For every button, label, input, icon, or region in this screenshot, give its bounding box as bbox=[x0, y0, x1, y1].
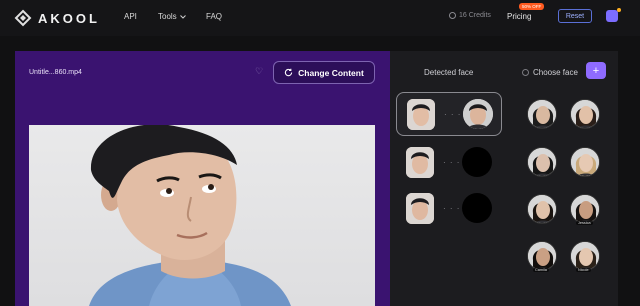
credits-indicator: 16 Credits bbox=[449, 12, 491, 19]
detected-face-thumbnail bbox=[407, 99, 435, 130]
chevron-down-icon bbox=[179, 14, 186, 19]
face-pair-row[interactable]: · · · bbox=[396, 141, 502, 185]
face-choice-thumbnail[interactable] bbox=[527, 241, 557, 271]
empty-target-slot[interactable] bbox=[462, 147, 492, 177]
video-frame-person bbox=[89, 125, 291, 306]
target-face-thumbnail[interactable] bbox=[463, 99, 493, 129]
detected-face-thumbnail bbox=[406, 147, 434, 178]
detected-face-heading: Detected face bbox=[424, 68, 474, 77]
pair-connector: · · · bbox=[443, 158, 461, 167]
pair-connector: · · · bbox=[444, 110, 462, 119]
discount-badge: 50% OFF bbox=[519, 3, 545, 10]
brand-logo[interactable]: AKOOL bbox=[14, 9, 100, 27]
empty-target-slot[interactable] bbox=[462, 193, 492, 223]
face-pair-row[interactable]: · · · bbox=[396, 187, 502, 231]
nav-api-link[interactable]: API bbox=[124, 12, 137, 21]
face-choice-name: Nicole bbox=[576, 268, 591, 272]
user-avatar[interactable] bbox=[606, 10, 618, 22]
add-face-button[interactable]: + bbox=[586, 62, 606, 79]
notification-dot bbox=[617, 8, 621, 12]
face-choice-thumbnail[interactable] bbox=[527, 194, 557, 224]
face-choice-thumbnail[interactable] bbox=[570, 194, 600, 224]
face-choice-name: Jessica bbox=[576, 221, 593, 225]
choose-face-heading: Choose face bbox=[533, 68, 578, 77]
video-preview[interactable] bbox=[29, 125, 375, 306]
face-choice-thumbnail[interactable] bbox=[570, 241, 600, 271]
change-content-label: Change Content bbox=[298, 67, 364, 78]
heart-icon[interactable]: ♡ bbox=[255, 66, 263, 77]
face-pair-row[interactable]: · · · bbox=[396, 92, 502, 136]
coin-icon bbox=[449, 12, 456, 19]
detected-face-thumbnail bbox=[406, 193, 434, 224]
video-editor-panel: Untitle...860.mp4 ♡ Change Content bbox=[15, 51, 390, 306]
face-choice-thumbnail[interactable] bbox=[527, 147, 557, 177]
refresh-icon bbox=[284, 68, 293, 77]
nav-tools-label: Tools bbox=[158, 12, 177, 21]
face-choice-thumbnail[interactable] bbox=[570, 99, 600, 129]
video-filename: Untitle...860.mp4 bbox=[29, 69, 82, 76]
nav-tools-menu[interactable]: Tools bbox=[158, 12, 186, 21]
pricing-link[interactable]: Pricing bbox=[507, 12, 531, 21]
akool-logo-icon bbox=[14, 9, 32, 27]
brand-name: AKOOL bbox=[38, 10, 100, 26]
credits-text: 16 Credits bbox=[459, 12, 491, 19]
face-choice-thumbnail[interactable] bbox=[527, 99, 557, 129]
face-choice-thumbnail[interactable] bbox=[570, 147, 600, 177]
choose-face-option[interactable]: Choose face bbox=[522, 68, 578, 77]
reset-button[interactable]: Reset bbox=[558, 9, 592, 23]
top-navigation-bar: AKOOL API Tools FAQ 16 Credits Pricing 5… bbox=[0, 0, 640, 36]
choose-face-radio[interactable] bbox=[522, 69, 529, 76]
face-swap-panel: Detected face Choose face + · · · · · · … bbox=[390, 51, 618, 306]
pair-connector: · · · bbox=[443, 204, 461, 213]
nav-faq-link[interactable]: FAQ bbox=[206, 12, 222, 21]
face-choice-name: Camila bbox=[533, 268, 549, 272]
change-content-button[interactable]: Change Content bbox=[273, 61, 375, 84]
